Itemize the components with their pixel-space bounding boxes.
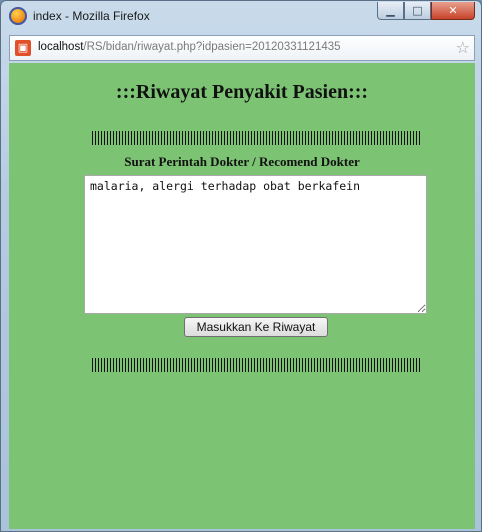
- section-heading: Surat Perintah Dokter / Recomend Dokter: [124, 154, 360, 169]
- bookmark-star-icon[interactable]: ☆: [456, 38, 470, 57]
- close-button[interactable]: ✕: [431, 2, 475, 20]
- title-bar[interactable]: index - Mozilla Firefox ▁ □ ✕: [1, 1, 481, 33]
- maximize-icon: □: [412, 4, 423, 17]
- window-controls: ▁ □ ✕: [377, 2, 475, 20]
- maximize-button[interactable]: □: [404, 2, 431, 20]
- page-title: :::Riwayat Penyakit Pasien:::: [115, 81, 369, 103]
- browser-window: index - Mozilla Firefox ▁ □ ✕ ▣ localhos…: [0, 0, 482, 532]
- barcode-divider-top: [92, 131, 422, 145]
- site-favicon-icon: ▣: [15, 40, 31, 56]
- minimize-icon: ▁: [386, 4, 395, 17]
- close-icon: ✕: [448, 4, 458, 17]
- url-path: /RS/bidan/riwayat.php?idpasien=201203311…: [83, 41, 341, 53]
- minimize-button[interactable]: ▁: [377, 2, 404, 20]
- barcode-divider-bottom: [92, 358, 422, 372]
- recommendation-textarea[interactable]: malaria, alergi terhadap obat berkafein: [84, 175, 427, 314]
- page-content: :::Riwayat Penyakit Pasien::: Surat Peri…: [9, 63, 475, 529]
- address-bar[interactable]: ▣ localhost/RS/bidan/riwayat.php?idpasie…: [9, 35, 475, 61]
- url-host: localhost: [38, 41, 84, 53]
- firefox-icon: [9, 7, 27, 25]
- url-text[interactable]: localhost/RS/bidan/riwayat.php?idpasien=…: [38, 41, 341, 53]
- submit-history-button[interactable]: Masukkan Ke Riwayat: [184, 317, 328, 337]
- window-title: index - Mozilla Firefox: [33, 9, 150, 23]
